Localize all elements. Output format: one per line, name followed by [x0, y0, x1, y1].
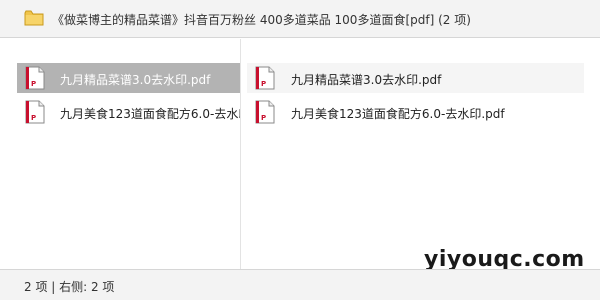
- file-name: 九月美食123道面食配方6.0-去水印.pdf: [60, 107, 240, 121]
- status-bar: 2 项 | 右侧: 2 项: [0, 269, 600, 300]
- list-item[interactable]: P 九月精品菜谱3.0去水印.pdf: [17, 63, 240, 93]
- file-name: 九月精品菜谱3.0去水印.pdf: [291, 73, 442, 87]
- svg-text:P: P: [31, 80, 36, 88]
- pdf-file-icon: P: [255, 100, 275, 124]
- svg-text:P: P: [261, 114, 266, 122]
- pdf-file-icon: P: [255, 66, 275, 90]
- list-item[interactable]: P 九月美食123道面食配方6.0-去水印.pdf: [247, 97, 584, 127]
- pdf-file-icon: P: [25, 100, 45, 124]
- svg-text:P: P: [261, 80, 266, 88]
- folder-title: 《做菜博主的精品菜谱》抖音百万粉丝 400多道菜品 100多道面食[pdf] (…: [52, 13, 471, 27]
- file-name: 九月美食123道面食配方6.0-去水印.pdf: [291, 107, 505, 121]
- status-text: 2 项 | 右侧: 2 项: [24, 280, 115, 294]
- pdf-file-icon: P: [25, 66, 45, 90]
- title-bar: 《做菜博主的精品菜谱》抖音百万粉丝 400多道菜品 100多道面食[pdf] (…: [0, 0, 600, 38]
- right-file-pane[interactable]: P 九月精品菜谱3.0去水印.pdf P 九月美食123道面食配方6.0-去水印…: [241, 39, 600, 269]
- list-item[interactable]: P 九月精品菜谱3.0去水印.pdf: [247, 63, 584, 93]
- svg-text:P: P: [31, 114, 36, 122]
- left-file-pane[interactable]: P 九月精品菜谱3.0去水印.pdf P 九月美食123道面食配方6.0-去水印…: [0, 39, 240, 269]
- file-name: 九月精品菜谱3.0去水印.pdf: [60, 73, 211, 87]
- list-item[interactable]: P 九月美食123道面食配方6.0-去水印.pdf: [17, 97, 240, 127]
- folder-icon: [24, 10, 44, 26]
